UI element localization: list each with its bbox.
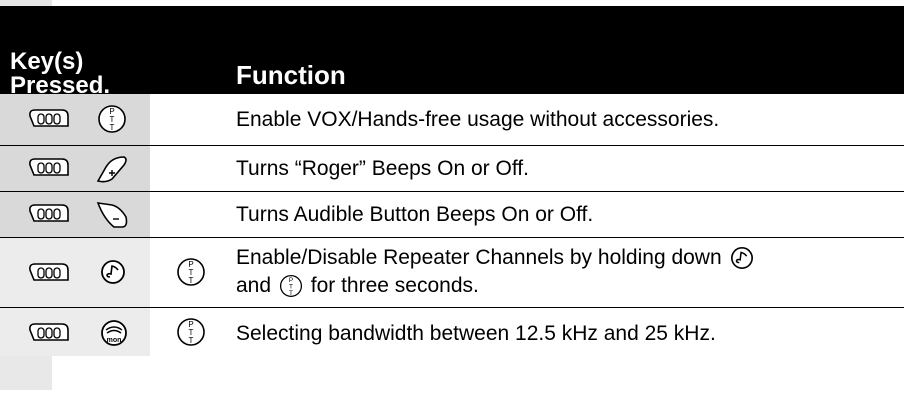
function-line-2: and P T T for three seconds.	[236, 272, 756, 300]
menu-icon	[29, 204, 69, 222]
table-header: Key(s) Pressed. Function	[0, 6, 904, 98]
header-keys-pressed: Key(s) Pressed.	[10, 50, 150, 98]
mon-label: mon	[107, 337, 122, 344]
ptt-icon: P T T	[98, 105, 126, 133]
function-text: Turns “Roger” Beeps On or Off.	[236, 157, 529, 180]
mon-icon: mon	[101, 320, 127, 346]
table-row: Turns “Roger” Beeps On or Off.	[0, 146, 904, 192]
ptt-label-t2: T	[110, 123, 115, 132]
minus-icon	[96, 202, 128, 228]
ptt-icon: P T T	[279, 274, 302, 298]
call-icon	[101, 260, 125, 284]
table-row: Turns Audible Button Beeps On or Off.	[0, 192, 904, 238]
ptt-label-t2: T	[189, 276, 194, 285]
keys-cell	[0, 192, 150, 237]
table-row: P T T Enable VOX/Hands-free usage withou…	[0, 94, 904, 146]
ptt-icon: P T T	[177, 258, 205, 286]
table-row: mon P T T Selecting bandwidth between 12…	[0, 308, 904, 356]
keys-cell	[0, 146, 150, 191]
ptt-label-t2: T	[289, 290, 293, 297]
menu-icon	[29, 323, 69, 341]
function-text: Enable VOX/Hands-free usage without acce…	[236, 108, 720, 131]
keys-cell	[0, 238, 150, 307]
function-line-1: Enable/Disable Repeater Channels by hold…	[236, 244, 756, 272]
header-function: Function	[236, 60, 346, 90]
menu-icon	[29, 109, 69, 127]
function-line-2-and: and	[236, 274, 272, 297]
ptt-label-t2: T	[189, 336, 194, 345]
plus-icon	[96, 156, 127, 183]
keys-cell: mon	[0, 308, 150, 356]
keys-cell: P T T	[0, 94, 150, 145]
menu-icon	[29, 263, 69, 281]
call-icon	[730, 247, 753, 269]
function-text: Turns Audible Button Beeps On or Off.	[236, 203, 594, 226]
function-line-2-text: for three seconds.	[310, 274, 479, 297]
ptt-icon: P T T	[177, 318, 205, 346]
function-text: Selecting bandwidth between 12.5 kHz and…	[236, 322, 716, 345]
header-keys-line1: Key(s)	[10, 48, 84, 75]
menu-icon	[29, 158, 69, 176]
function-text: Enable/Disable Repeater Channels by hold…	[236, 244, 756, 300]
table-row: P T T Enable/Disable Repeater Channels b…	[0, 238, 904, 308]
key-function-table: Key(s) Pressed. Function P T T Enable VO…	[0, 0, 904, 356]
function-line-1-text: Enable/Disable Repeater Channels by hold…	[236, 246, 722, 269]
